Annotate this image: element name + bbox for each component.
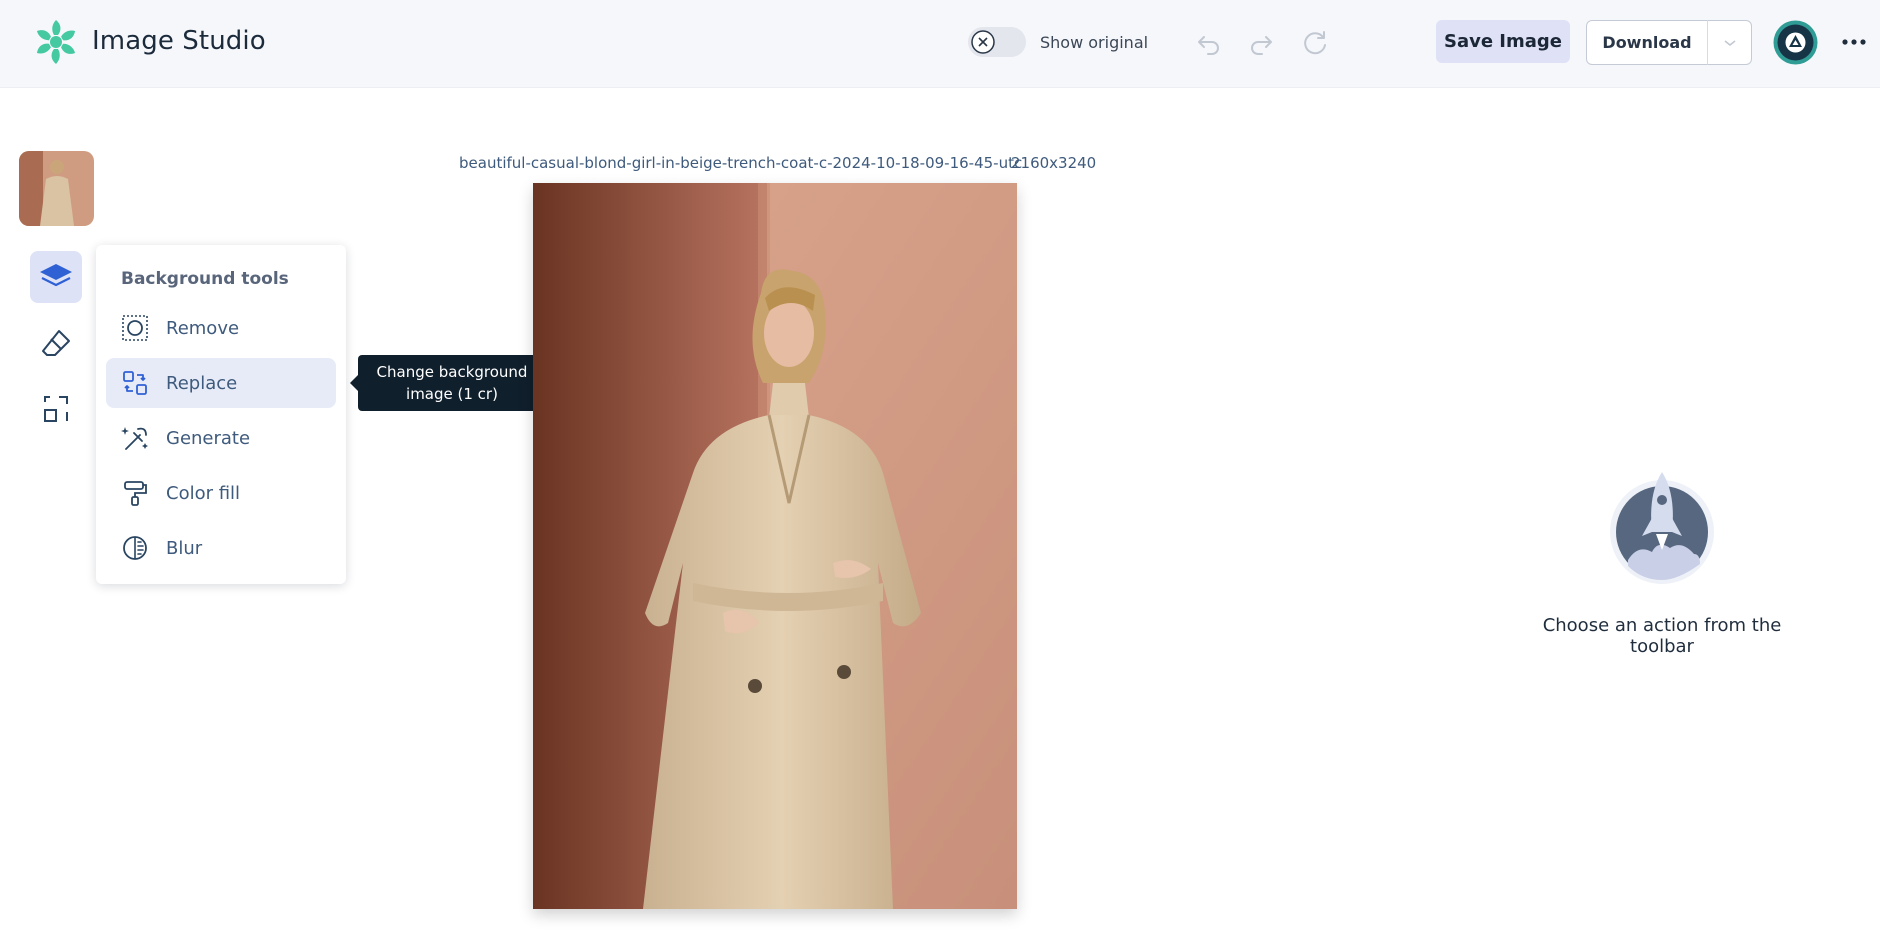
download-button[interactable]: Download xyxy=(1586,20,1708,65)
crop-select-icon xyxy=(44,396,68,422)
menu-item-generate[interactable]: Generate xyxy=(106,413,336,463)
empty-state-message: Choose an action from the toolbar xyxy=(1542,615,1782,657)
main-image[interactable] xyxy=(533,183,1017,909)
save-image-button[interactable]: Save Image xyxy=(1436,20,1570,63)
undo-icon[interactable] xyxy=(1194,28,1224,58)
menu-item-label: Remove xyxy=(166,317,240,339)
replace-tooltip: Change background image (1 cr) xyxy=(350,355,546,411)
avatar[interactable] xyxy=(1773,20,1818,65)
crop-tool-button[interactable] xyxy=(30,383,82,435)
eraser-tool-button[interactable] xyxy=(30,317,82,369)
top-toolbar: Image Studio Show original Save Image Do… xyxy=(0,0,1880,88)
menu-item-replace[interactable]: Replace xyxy=(106,358,336,408)
menu-item-blur[interactable]: Blur xyxy=(106,523,336,573)
menu-item-label: Color fill xyxy=(166,482,241,504)
rocket-icon xyxy=(1610,472,1714,584)
reset-icon[interactable] xyxy=(1300,28,1330,58)
blur-icon xyxy=(120,533,150,563)
paint-roller-icon xyxy=(120,478,150,508)
image-thumbnail[interactable] xyxy=(19,151,94,226)
show-original-label: Show original xyxy=(1040,33,1149,52)
menu-item-label: Blur xyxy=(166,537,203,559)
thumbnail-image xyxy=(19,151,94,226)
download-options-button[interactable] xyxy=(1707,20,1752,65)
show-original-toggle[interactable] xyxy=(968,27,1026,57)
menu-item-label: Replace xyxy=(166,372,238,394)
more-options-icon[interactable] xyxy=(1840,30,1868,54)
menu-item-remove[interactable]: Remove xyxy=(106,303,336,353)
menu-title: Background tools xyxy=(121,269,289,289)
menu-item-label: Generate xyxy=(166,427,251,449)
eraser-icon xyxy=(42,330,70,356)
background-tools-menu: Background tools Remove Replace Generate… xyxy=(96,245,346,584)
background-tools-button[interactable] xyxy=(30,251,82,303)
app-title: Image Studio xyxy=(92,26,266,56)
layers-icon xyxy=(40,264,72,287)
chevron-down-icon xyxy=(1724,39,1735,46)
redo-icon[interactable] xyxy=(1246,28,1276,58)
remove-bg-icon xyxy=(120,313,150,343)
image-dimensions: 2160x3240 xyxy=(1011,154,1097,172)
toggle-off-icon xyxy=(971,30,995,54)
replace-icon xyxy=(120,368,150,398)
file-name: beautiful-casual-blond-girl-in-beige-tre… xyxy=(459,154,1023,172)
logo-icon xyxy=(36,20,76,64)
menu-item-color-fill[interactable]: Color fill xyxy=(106,468,336,518)
magic-wand-icon xyxy=(120,423,150,453)
